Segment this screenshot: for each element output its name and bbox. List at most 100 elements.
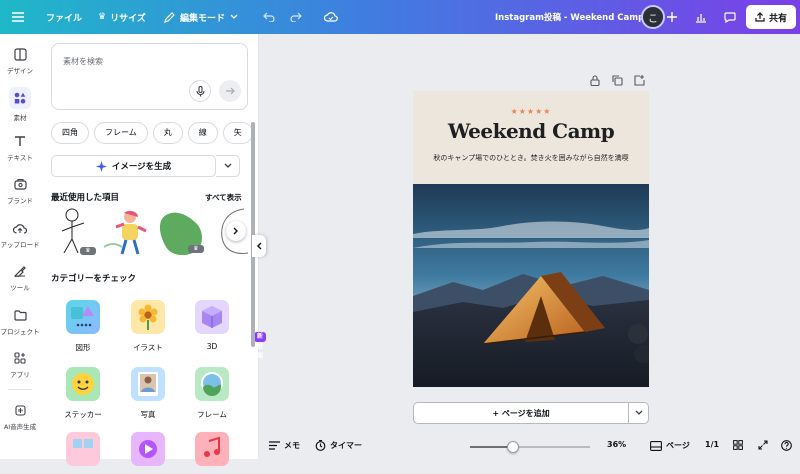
search-placeholder: 素材を検索 xyxy=(63,57,103,66)
crown-icon: ♛ xyxy=(98,12,107,22)
zoom-slider[interactable] xyxy=(470,441,590,453)
camp-tent-photo[interactable] xyxy=(413,184,649,387)
category-label: イラスト xyxy=(133,343,163,352)
photos-tile xyxy=(131,367,165,401)
cloud-save-button[interactable] xyxy=(320,6,342,28)
timer-button[interactable]: タイマー xyxy=(315,440,362,451)
videos-tile xyxy=(131,432,165,466)
chip-arrow[interactable]: 矢 xyxy=(222,122,251,144)
category-photos[interactable]: 写真 xyxy=(118,367,178,420)
lock-button[interactable] xyxy=(590,75,600,89)
recent-item-green-blob[interactable]: ♛ xyxy=(158,207,208,257)
3d-tile xyxy=(195,300,229,334)
chip-square[interactable]: 四角 xyxy=(51,122,89,144)
recent-item-stick-figure[interactable]: ♛ xyxy=(52,207,96,257)
search-submit-button[interactable] xyxy=(219,80,241,102)
add-collaborator-button[interactable] xyxy=(661,6,683,28)
rail-label-ai-voice: AI音声生成 xyxy=(3,423,37,431)
rail-label-brand: ブランド xyxy=(7,197,33,205)
recent-next-button[interactable] xyxy=(226,221,246,241)
fullscreen-button[interactable] xyxy=(758,440,768,450)
chip-frame[interactable]: フレーム xyxy=(94,122,148,144)
document-title[interactable]: Instagram投稿 - Weekend Camp xyxy=(495,0,644,34)
rail-item-projects[interactable]: プロジェクト xyxy=(0,307,40,336)
redo-button[interactable] xyxy=(285,6,307,28)
menu-button[interactable] xyxy=(12,0,24,34)
tools-icon xyxy=(12,263,28,279)
help-button[interactable] xyxy=(781,440,792,451)
bar-chart-icon xyxy=(696,13,706,23)
rail-label-upload: アップロード xyxy=(0,241,40,249)
chip-line[interactable]: 線 xyxy=(187,122,218,144)
rail-item-apps[interactable]: アプリ xyxy=(0,350,40,379)
text-icon xyxy=(12,133,28,149)
chip-circle[interactable]: 丸 xyxy=(152,122,183,144)
generate-options-dropdown[interactable] xyxy=(216,155,240,177)
rail-label-projects: プロジェクト xyxy=(0,328,40,336)
folder-icon xyxy=(12,307,28,323)
recent-item-illustration[interactable] xyxy=(102,207,152,257)
resize-button[interactable]: ♛ リサイズ xyxy=(98,0,146,34)
edit-mode-dropdown[interactable]: 編集モード xyxy=(164,0,238,34)
add-page-options-dropdown[interactable] xyxy=(628,402,649,424)
zoom-value: 36% xyxy=(607,440,627,449)
pages-icon xyxy=(650,440,662,451)
page-count-text: 1/1 xyxy=(705,440,720,449)
category-label: 写真 xyxy=(140,410,156,419)
comments-button[interactable] xyxy=(719,6,741,28)
design-page[interactable]: ★★★★★ Weekend Camp 秋のキャンプ場でのひととき。焚き火を囲みな… xyxy=(413,91,649,387)
microphone-icon xyxy=(195,85,205,96)
bottom-bar: メモ タイマー 36% ページ 1/1 xyxy=(259,434,800,459)
category-label: 図形 xyxy=(75,343,91,352)
cloud-check-icon xyxy=(324,12,338,22)
design-headline[interactable]: Weekend Camp xyxy=(413,119,649,143)
category-3d[interactable]: 3D xyxy=(182,300,242,351)
category-grids[interactable] xyxy=(53,432,113,474)
comment-icon xyxy=(724,11,736,23)
rail-item-brand[interactable]: ブランド xyxy=(0,176,40,205)
add-page-icon xyxy=(634,75,645,86)
duplicate-page-button[interactable] xyxy=(612,75,623,89)
voice-search-button[interactable] xyxy=(189,80,211,102)
rail-item-text[interactable]: テキスト xyxy=(0,133,40,162)
insights-button[interactable] xyxy=(690,6,712,28)
collapse-panel-button[interactable] xyxy=(252,235,266,257)
undo-button[interactable] xyxy=(258,6,280,28)
rail-item-ai-voice[interactable]: AI音声生成 xyxy=(0,402,40,431)
rail-item-design[interactable]: デザイン xyxy=(0,46,40,75)
zoom-slider-knob[interactable] xyxy=(507,441,519,453)
category-stickers[interactable]: ステッカー xyxy=(53,367,113,420)
category-label: 3D xyxy=(206,342,218,351)
notes-button[interactable]: メモ xyxy=(269,440,300,451)
grids-tile xyxy=(66,432,100,466)
pages-view-button[interactable]: ページ xyxy=(650,440,690,451)
share-button[interactable]: 共有 xyxy=(746,5,796,29)
category-label: フレーム xyxy=(197,410,227,419)
zoom-level[interactable]: 36% xyxy=(607,440,626,449)
rail-item-tools[interactable]: ツール xyxy=(0,263,40,292)
rail-item-elements[interactable]: 素材 xyxy=(0,87,40,122)
frames-tile xyxy=(195,367,229,401)
rail-item-upload[interactable]: アップロード xyxy=(0,220,40,249)
generate-image-button[interactable]: イメージを生成 xyxy=(51,155,216,177)
design-subtitle[interactable]: 秋のキャンプ場でのひととき。焚き火を囲みながら自然を満喫 xyxy=(427,153,635,164)
category-frames[interactable]: フレーム xyxy=(182,367,242,420)
file-menu[interactable]: ファイル xyxy=(46,0,82,34)
hamburger-icon xyxy=(12,12,24,22)
rail-label-text: テキスト xyxy=(7,154,33,162)
add-page-button[interactable]: + ページを追加 xyxy=(413,402,629,424)
add-page-icon-button[interactable] xyxy=(634,75,645,89)
search-input[interactable]: 素材を検索 xyxy=(51,43,248,110)
category-audio[interactable] xyxy=(182,432,242,474)
audio-tile xyxy=(195,432,229,466)
side-rail: デザイン 素材 テキスト ブランド アップロード ツール プロジェクト アプリ … xyxy=(0,34,40,459)
stickers-tile xyxy=(66,367,100,401)
star-rating[interactable]: ★★★★★ xyxy=(413,107,649,116)
category-videos[interactable] xyxy=(118,432,178,474)
see-all-link[interactable]: すべて表示 xyxy=(205,192,242,203)
category-illustrations[interactable]: イラスト xyxy=(118,300,178,353)
category-shapes[interactable]: 図形 xyxy=(53,300,113,353)
add-page-label: + ページを追加 xyxy=(492,408,550,418)
grid-icon xyxy=(733,440,743,450)
grid-view-button[interactable] xyxy=(733,440,743,450)
